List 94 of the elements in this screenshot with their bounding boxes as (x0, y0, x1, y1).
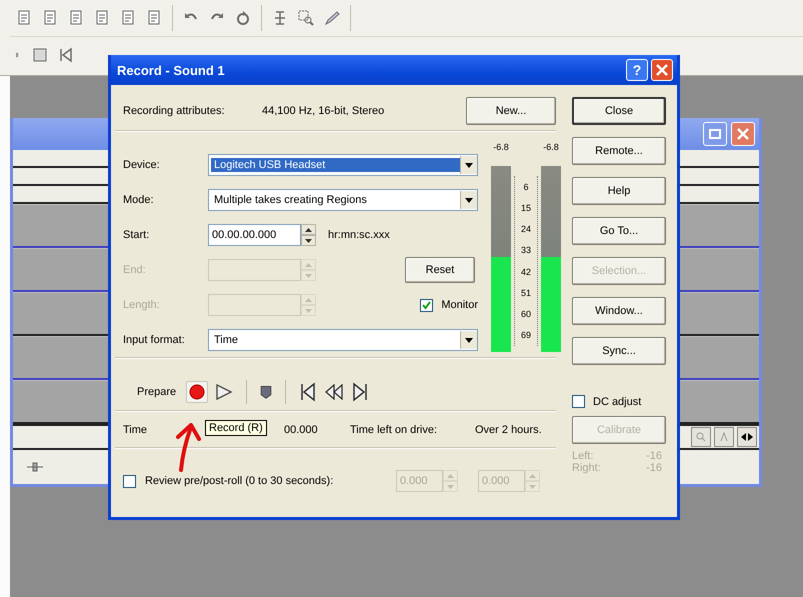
format-hint: hr:mn:sc.xxx (327, 229, 391, 241)
status-label: Time left on drive: (350, 424, 438, 436)
down-arrow-icon (529, 484, 536, 488)
field-label: Length: (123, 299, 161, 311)
up-arrow-icon (447, 474, 454, 478)
attributes-value: 44,100 Hz, 16-bit, Stereo (262, 105, 386, 117)
spin-down-button[interactable] (301, 235, 316, 246)
zoom-button[interactable] (691, 427, 711, 447)
dropdown[interactable]: Logitech USB Headset (208, 154, 478, 176)
scale-label: 60 (520, 309, 532, 320)
dropdown-button[interactable] (460, 331, 477, 349)
document-icon[interactable] (120, 10, 136, 26)
tooltip: Record (R) (205, 420, 267, 436)
time-field[interactable]: 00.00.00.000 (208, 224, 301, 246)
channel-label: Left: (572, 450, 594, 462)
field-label: Mode: (123, 194, 155, 206)
up-arrow-icon (305, 298, 312, 302)
magnifier-icon (696, 432, 706, 442)
scale-label: 42 (520, 266, 532, 277)
down-arrow-icon (305, 238, 312, 242)
document-icon[interactable] (94, 10, 110, 26)
channel-label: Right: (572, 462, 601, 474)
up-arrow-icon (305, 262, 312, 266)
close-icon (656, 64, 668, 76)
annotation-arrow (176, 423, 201, 472)
scroll-button[interactable] (737, 427, 757, 447)
prepare-label: Prepare (137, 386, 176, 398)
checkbox-label: Review pre/post-roll (0 to 30 seconds): (144, 475, 334, 487)
dropdown-button[interactable] (460, 156, 477, 174)
down-arrow-icon (465, 198, 473, 202)
cursor-icon[interactable] (272, 10, 288, 26)
connector-icon[interactable] (27, 462, 43, 472)
record-icon (189, 384, 206, 400)
scale-label: 33 (520, 245, 532, 256)
field-label: End: (123, 264, 147, 276)
peak-reading: -6.8 (493, 142, 509, 154)
down-arrow-icon (465, 162, 473, 168)
maximize-icon (709, 129, 721, 139)
checkbox-label: Monitor (441, 299, 478, 311)
status-value: Over 2 hours. (475, 424, 542, 436)
maximize-button[interactable] (703, 122, 727, 146)
scale-label: 24 (520, 224, 532, 234)
button[interactable]: New... (466, 97, 556, 125)
dropdown[interactable]: Multiple takes creating Regions (208, 189, 478, 211)
checkbox-label: DC adjust (593, 396, 642, 408)
channel-value: -16 (646, 450, 662, 462)
down-arrow-icon (305, 308, 312, 312)
peak-reading: -6.8 (543, 142, 559, 154)
skip-to-start-icon[interactable] (58, 47, 74, 63)
up-arrow-icon (529, 474, 536, 478)
scale-label: 15 (520, 202, 532, 213)
rewind-icon[interactable] (324, 382, 344, 402)
scale-label: 6 (522, 182, 530, 192)
up-arrow-icon (305, 228, 312, 232)
dropdown-button[interactable] (460, 191, 477, 209)
status-value: 00.000 (284, 424, 318, 436)
field-label: Start: (123, 229, 150, 241)
checkbox[interactable] (572, 395, 585, 408)
dropdown[interactable]: Time (208, 329, 478, 351)
close-button[interactable] (651, 59, 673, 81)
button[interactable]: Remote... (572, 137, 666, 165)
down-arrow-icon (305, 274, 312, 278)
close-button[interactable] (731, 122, 755, 146)
button[interactable]: Sync... (572, 337, 666, 365)
document-icon[interactable] (68, 10, 84, 26)
stop-icon[interactable] (32, 47, 48, 63)
channel-value: -16 (646, 462, 662, 474)
record-button[interactable] (186, 381, 208, 403)
pencil-icon[interactable] (324, 10, 340, 26)
button[interactable]: Help (572, 177, 666, 205)
down-arrow-icon (447, 484, 454, 488)
checkbox[interactable] (420, 298, 434, 312)
close-icon (737, 128, 749, 140)
scale-label: 51 (520, 288, 532, 298)
document-icon[interactable] (42, 10, 58, 26)
button[interactable]: Window... (572, 297, 666, 325)
button[interactable]: Close (572, 97, 666, 125)
button[interactable]: Go To... (572, 217, 666, 245)
caret-icon (720, 432, 728, 442)
status-label: Time (123, 424, 148, 436)
button[interactable]: Reset (405, 257, 475, 283)
play-icon[interactable] (214, 382, 234, 402)
window-title: Record - Sound 1 (117, 62, 226, 78)
scale-label: 69 (520, 330, 532, 340)
document-icon[interactable] (16, 10, 32, 26)
down-arrow-icon (465, 338, 473, 342)
help-button[interactable]: ? (626, 59, 648, 81)
document-icon[interactable] (146, 10, 162, 26)
field-label: Input format: (123, 334, 186, 346)
field-label: Device: (123, 159, 161, 171)
left-right-arrows-icon (741, 433, 753, 441)
spin-up-button[interactable] (301, 224, 316, 235)
attributes-label: Recording attributes: (123, 105, 226, 117)
zoom-icon[interactable] (298, 10, 314, 26)
